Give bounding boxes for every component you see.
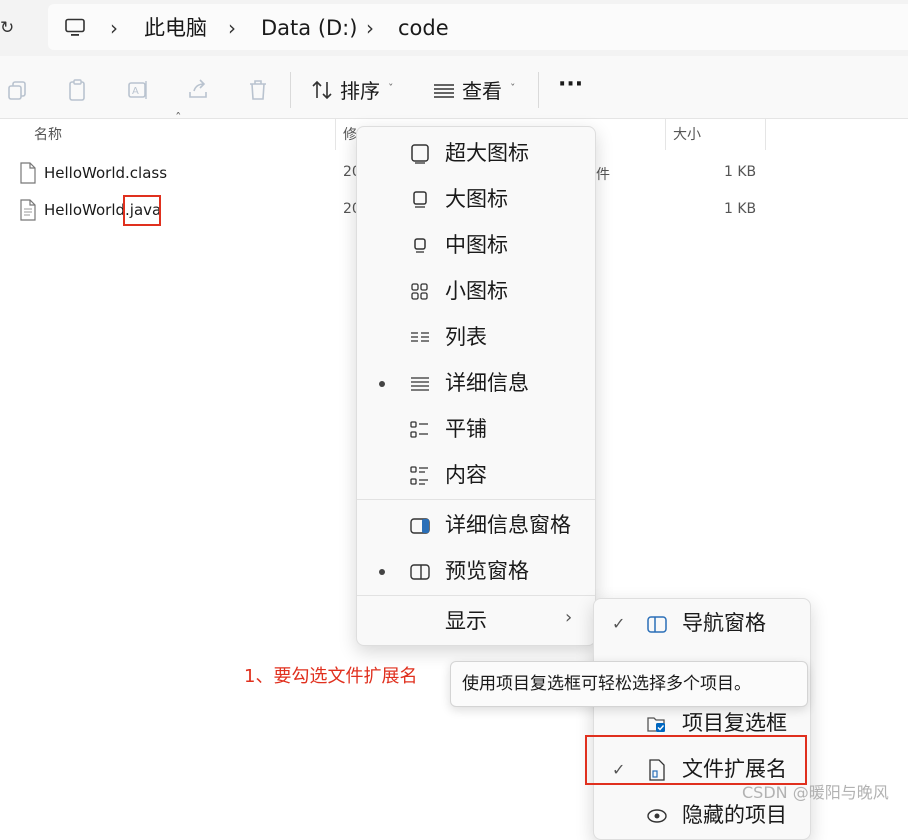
menu-item-label: 中图标 bbox=[445, 233, 508, 257]
paste-icon[interactable] bbox=[66, 78, 90, 102]
menu-item-content[interactable]: 内容 bbox=[357, 453, 595, 499]
navigation-pane-icon bbox=[647, 616, 667, 633]
menu-item-small-icons[interactable]: 小图标 bbox=[357, 269, 595, 315]
content-icon bbox=[410, 466, 428, 485]
address-bar-region: ↻ › 此电脑 › Data (D:) › code bbox=[0, 0, 908, 56]
menu-item-label: 详细信息 bbox=[445, 371, 529, 395]
menu-item-preview-pane[interactable]: 预览窗格 bbox=[357, 549, 595, 595]
submenu-item-label: 导航窗格 bbox=[682, 611, 766, 635]
menu-separator bbox=[357, 595, 595, 596]
file-type: 件 bbox=[596, 167, 610, 183]
file-size: 1 KB bbox=[724, 201, 757, 217]
tooltip-text: 使用项目复选框可轻松选择多个项目。 bbox=[462, 674, 751, 694]
menu-item-medium-icons[interactable]: 中图标 bbox=[357, 223, 595, 269]
breadcrumb-data-drive[interactable]: Data (D:) bbox=[261, 14, 357, 42]
sort-icon[interactable] bbox=[310, 78, 334, 102]
chevron-down-icon[interactable]: ˇ bbox=[510, 82, 516, 95]
computer-icon bbox=[65, 18, 85, 36]
file-row[interactable]: HelloWorld.class bbox=[18, 160, 338, 190]
file-icon bbox=[20, 162, 36, 184]
check-icon: ✓ bbox=[612, 614, 626, 633]
details-pane-icon bbox=[410, 518, 430, 534]
sort-button[interactable]: 排序 bbox=[340, 76, 380, 106]
menu-item-tiles[interactable]: 平铺 bbox=[357, 407, 595, 453]
file-size: 1 KB bbox=[724, 164, 757, 180]
more-options-button[interactable]: ··· bbox=[558, 70, 583, 100]
share-icon[interactable] bbox=[186, 78, 210, 102]
menu-item-label: 平铺 bbox=[445, 417, 487, 441]
menu-item-label: 显示 bbox=[445, 609, 487, 633]
list-icon bbox=[411, 332, 429, 342]
details-icon bbox=[411, 377, 429, 391]
chevron-right-icon[interactable]: › bbox=[366, 14, 374, 42]
column-header-modified[interactable]: 修 bbox=[343, 124, 357, 144]
submenu-item-navigation-pane[interactable]: ✓ 导航窗格 bbox=[594, 601, 810, 647]
file-name: HelloWorld.class bbox=[44, 164, 168, 182]
small-icons-icon bbox=[411, 283, 428, 300]
medium-icons-icon bbox=[414, 238, 426, 253]
watermark-text: CSDN @暖阳与晚风 bbox=[742, 783, 889, 802]
column-header-name[interactable]: 名称 bbox=[34, 124, 62, 144]
menu-item-extra-large-icons[interactable]: 超大图标 bbox=[357, 131, 595, 177]
menu-item-label: 详细信息窗格 bbox=[445, 513, 571, 537]
toolbar-separator bbox=[290, 72, 291, 108]
toolbar-separator bbox=[538, 72, 539, 108]
menu-item-label: 超大图标 bbox=[445, 141, 529, 165]
view-dropdown-menu: 超大图标 大图标 中图标 小图标 列表 详细信息 平铺 内容 详细信息窗格 预览… bbox=[356, 126, 596, 646]
menu-item-label: 列表 bbox=[445, 325, 487, 349]
menu-item-large-icons[interactable]: 大图标 bbox=[357, 177, 595, 223]
chevron-down-icon[interactable]: ˇ bbox=[388, 82, 394, 95]
svg-text:A: A bbox=[132, 86, 139, 97]
menu-item-label: 小图标 bbox=[445, 279, 508, 303]
menu-item-label: 预览窗格 bbox=[445, 559, 529, 583]
selected-dot-icon bbox=[379, 381, 385, 387]
menu-item-label: 内容 bbox=[445, 463, 487, 487]
view-lines-icon[interactable] bbox=[432, 78, 456, 102]
menu-item-details-pane[interactable]: 详细信息窗格 bbox=[357, 503, 595, 549]
file-extensions-highlight-box bbox=[585, 735, 807, 785]
column-divider[interactable] bbox=[665, 118, 666, 150]
tooltip: 使用项目复选框可轻松选择多个项目。 bbox=[450, 661, 808, 707]
item-checkbox-icon bbox=[647, 717, 665, 732]
rename-icon[interactable]: A bbox=[126, 78, 150, 102]
submenu-item-label: 隐藏的项目 bbox=[682, 803, 787, 827]
copy-icon[interactable] bbox=[6, 78, 30, 102]
breadcrumb-this-pc[interactable]: 此电脑 bbox=[144, 14, 207, 42]
extension-highlight-box bbox=[123, 195, 161, 226]
submenu-item-label: 项目复选框 bbox=[682, 711, 787, 735]
menu-item-label: 大图标 bbox=[445, 187, 508, 211]
menu-separator bbox=[357, 499, 595, 500]
refresh-icon[interactable]: ↻ bbox=[0, 14, 22, 42]
chevron-right-icon: › bbox=[565, 607, 573, 628]
selected-dot-icon bbox=[379, 569, 385, 575]
address-bar[interactable]: › 此电脑 › Data (D:) › code bbox=[48, 4, 908, 50]
column-header-size[interactable]: 大小 bbox=[673, 124, 701, 144]
command-bar: A 排序 ˇ 查看 ˇ ··· bbox=[0, 56, 908, 119]
column-divider[interactable] bbox=[335, 118, 336, 150]
tiles-icon bbox=[410, 421, 428, 438]
view-button[interactable]: 查看 bbox=[462, 76, 502, 106]
large-icons-icon bbox=[413, 191, 427, 208]
menu-item-list[interactable]: 列表 bbox=[357, 315, 595, 361]
column-divider[interactable] bbox=[765, 118, 766, 150]
sort-ascending-icon: ˆ bbox=[175, 112, 182, 127]
chevron-right-icon[interactable]: › bbox=[110, 14, 118, 42]
annotation-text: 1、要勾选文件扩展名 bbox=[244, 666, 418, 687]
extra-large-icons-icon bbox=[411, 144, 429, 164]
menu-item-details[interactable]: 详细信息 bbox=[357, 361, 595, 407]
menu-item-show[interactable]: 显示 › bbox=[357, 599, 595, 645]
hidden-items-icon bbox=[647, 809, 667, 823]
breadcrumb-code[interactable]: code bbox=[398, 14, 449, 42]
chevron-right-icon[interactable]: › bbox=[228, 14, 236, 42]
preview-pane-icon bbox=[410, 564, 430, 580]
text-file-icon bbox=[20, 199, 36, 221]
file-row[interactable]: HelloWorld.java bbox=[18, 197, 338, 227]
trash-icon[interactable] bbox=[246, 78, 270, 102]
